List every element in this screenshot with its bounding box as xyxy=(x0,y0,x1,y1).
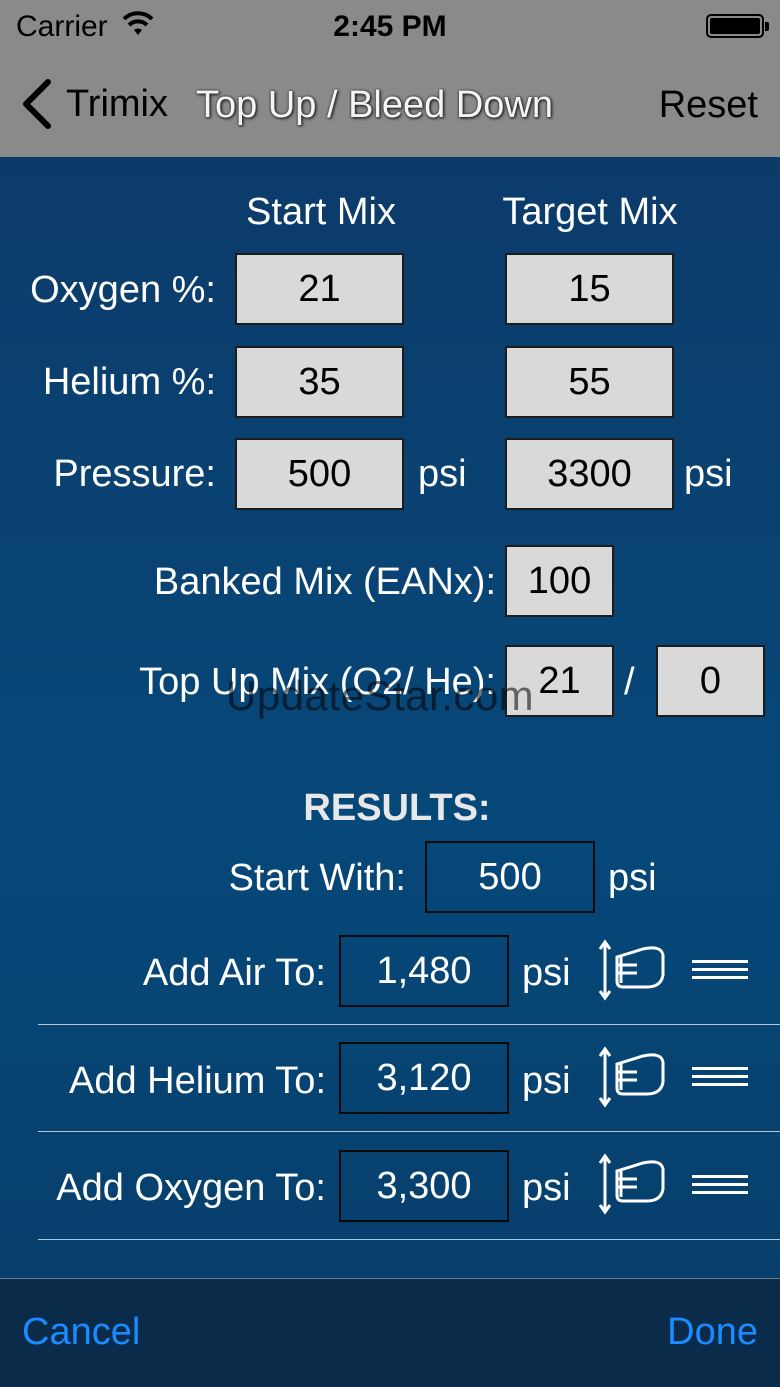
tank-fill-icon[interactable] xyxy=(597,1046,665,1108)
start-helium-field[interactable]: 35 xyxy=(235,346,404,418)
start-with-label: Start With: xyxy=(228,857,406,899)
chevron-left-icon xyxy=(23,79,51,129)
add-air-unit: psi xyxy=(522,952,571,994)
oxygen-label: Oxygen %: xyxy=(30,269,216,311)
clock: 2:45 PM xyxy=(333,10,447,43)
helium-label: Helium %: xyxy=(42,361,216,403)
tank-fill-icon[interactable] xyxy=(597,939,665,1001)
reorder-handle-icon[interactable] xyxy=(692,1067,748,1093)
back-label: Trimix xyxy=(66,82,168,125)
divider xyxy=(38,1239,780,1240)
target-pressure-unit: psi xyxy=(684,453,733,495)
top-up-he-field[interactable]: 0 xyxy=(656,645,765,717)
start-mix-header: Start Mix xyxy=(246,191,396,233)
divider xyxy=(38,1131,780,1132)
add-oxygen-value: 3,300 xyxy=(339,1150,509,1222)
add-oxygen-label: Add Oxygen To: xyxy=(56,1167,326,1209)
add-air-label: Add Air To: xyxy=(142,952,326,994)
banked-mix-label: Banked Mix (EANx): xyxy=(153,561,496,603)
target-mix-header: Target Mix xyxy=(502,191,678,233)
done-button[interactable]: Done xyxy=(667,1311,758,1354)
banked-mix-field[interactable]: 100 xyxy=(505,545,614,617)
target-pressure-field[interactable]: 3300 xyxy=(505,438,674,510)
add-helium-value: 3,120 xyxy=(339,1042,509,1114)
reorder-handle-icon[interactable] xyxy=(692,960,748,986)
tank-fill-icon[interactable] xyxy=(597,1153,665,1215)
add-helium-unit: psi xyxy=(522,1060,571,1102)
add-helium-label: Add Helium To: xyxy=(69,1060,326,1102)
reset-button[interactable]: Reset xyxy=(659,84,758,127)
add-air-value: 1,480 xyxy=(339,935,509,1007)
start-with-unit: psi xyxy=(608,857,657,899)
cancel-button[interactable]: Cancel xyxy=(22,1311,140,1354)
start-with-value: 500 xyxy=(425,841,595,913)
pressure-label: Pressure: xyxy=(53,453,216,495)
results-heading: RESULTS: xyxy=(303,787,491,829)
target-oxygen-field[interactable]: 15 xyxy=(505,253,674,325)
bottom-toolbar: Cancel Done xyxy=(0,1278,780,1387)
watermark: UpdateStar.com xyxy=(226,672,535,719)
battery-icon xyxy=(706,14,769,38)
top-up-slash: / xyxy=(624,661,635,703)
target-helium-field[interactable]: 55 xyxy=(505,346,674,418)
start-pressure-field[interactable]: 500 xyxy=(235,438,404,510)
back-button[interactable]: Trimix xyxy=(18,78,168,130)
start-oxygen-field[interactable]: 21 xyxy=(235,253,404,325)
add-oxygen-unit: psi xyxy=(522,1167,571,1209)
status-bar: Carrier 2:45 PM xyxy=(0,0,780,54)
divider xyxy=(38,1024,780,1025)
start-pressure-unit: psi xyxy=(418,453,467,495)
navigation-bar: Trimix Top Up / Bleed Down Reset xyxy=(0,54,780,157)
reorder-handle-icon[interactable] xyxy=(692,1175,748,1201)
calculator-form: Start Mix Target Mix Oxygen %: 21 15 Hel… xyxy=(0,157,780,1278)
page-title: Top Up / Bleed Down xyxy=(196,84,553,126)
